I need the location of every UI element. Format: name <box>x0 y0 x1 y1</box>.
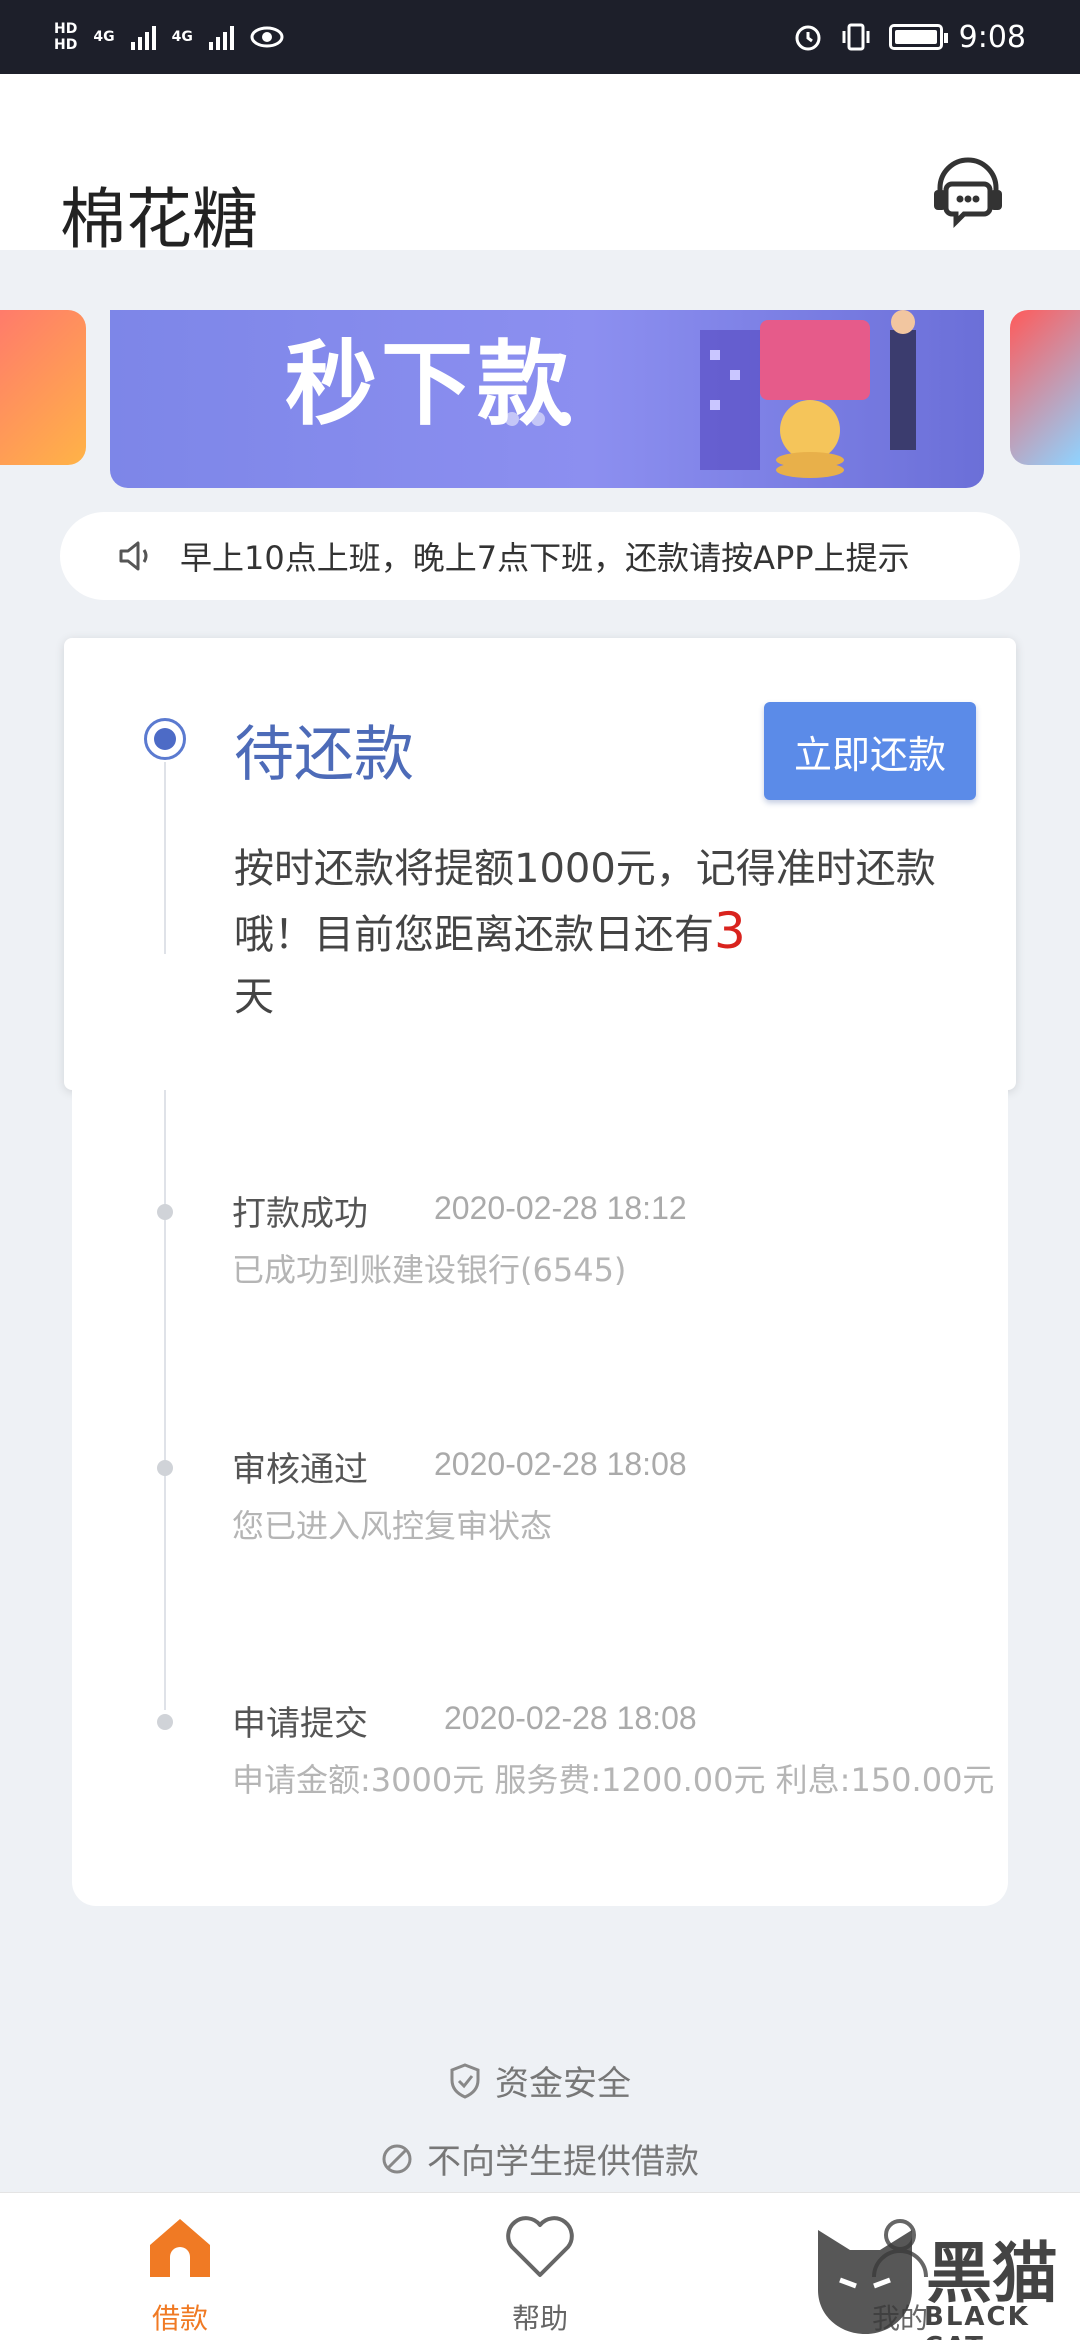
timeline-desc: 已成功到账建设银行(6545) <box>232 1251 627 1289</box>
fund-safety-badge: 资金安全 <box>0 2056 1080 2105</box>
nav-label-loan: 借款 <box>151 2302 208 2335</box>
notice-bar[interactable]: 早上10点上班，晚上7点下班，还款请按APP上提示 <box>60 512 1020 600</box>
prohibited-icon <box>382 2144 412 2173</box>
timeline-time: 2020-02-28 18:08 <box>434 1446 687 1482</box>
nav-tab-loan[interactable]: 借款 <box>100 2213 260 2337</box>
timeline-dot <box>157 1204 173 1220</box>
timeline-time: 2020-02-28 18:08 <box>444 1700 697 1736</box>
alarm-icon <box>795 25 821 51</box>
promo-banner[interactable]: 秒下款 <box>110 310 984 488</box>
timeline-title: 审核通过 <box>232 1450 368 1490</box>
days-remaining: 3 <box>714 902 746 960</box>
banner-dot <box>531 412 545 426</box>
banner-illustration <box>700 310 916 478</box>
status-right: 9:08 <box>793 20 1026 55</box>
status-bar: HD HD 4G 4G 9:08 <box>0 0 1080 74</box>
banner-prev-slide[interactable] <box>0 310 86 465</box>
notice-text: 早上10点上班，晚上7点下班，还款请按APP上提示 <box>180 539 910 577</box>
home-icon <box>150 2219 210 2277</box>
eye-icon <box>250 26 284 48</box>
signal-icon-2 <box>208 24 234 50</box>
cat-logo-icon <box>818 2230 912 2334</box>
repay-now-button[interactable]: 立即还款 <box>764 702 976 800</box>
timeline-desc: 申请金额:3000元 服务费:1200.00元 利息:150.00元 <box>232 1761 995 1799</box>
hd-indicator: HD HD <box>54 21 78 53</box>
safety-text: 资金安全 <box>495 2064 631 2104</box>
network-type-2: 4G <box>171 29 193 45</box>
timeline-current-dot <box>144 718 186 760</box>
history-timeline-line <box>164 1090 166 1710</box>
battery-icon <box>888 24 948 50</box>
black-cat-watermark: 黑猫 BLACK CAT <box>810 2220 1080 2340</box>
speaker-icon <box>119 541 148 571</box>
timeline-title: 打款成功 <box>232 1194 368 1234</box>
app-title: 棉花糖 <box>60 181 258 258</box>
signal-icon <box>130 24 156 50</box>
banner-dots <box>505 412 571 426</box>
repayment-status: 待还款 <box>234 720 414 790</box>
nav-label-help: 帮助 <box>511 2302 568 2335</box>
loan-history: 打款成功 2020-02-28 18:12 已成功到账建设银行(6545) 审核… <box>72 1090 1008 1906</box>
heart-icon <box>506 2216 574 2277</box>
message-unit: 天 <box>234 974 274 1020</box>
message-text: 按时还款将提额1000元，记得准时还款哦！目前您距离还款日还有 <box>234 846 936 958</box>
no-student-text: 不向学生提供借款 <box>427 2142 699 2182</box>
timeline-time: 2020-02-28 18:12 <box>434 1190 687 1226</box>
banner-next-slide[interactable] <box>1010 310 1080 465</box>
repayment-card: 待还款 立即还款 按时还款将提额1000元，记得准时还款哦！目前您距离还款日还有… <box>64 638 1016 1090</box>
timeline-dot <box>157 1460 173 1476</box>
no-student-notice: 不向学生提供借款 <box>0 2134 1080 2183</box>
vibrate-icon <box>842 23 870 51</box>
watermark-subtext: BLACK CAT <box>924 2302 1030 2340</box>
banner-dot <box>505 412 519 426</box>
timeline-desc: 您已进入风控复审状态 <box>232 1507 553 1545</box>
status-left: HD HD 4G 4G <box>54 21 284 53</box>
banner-dot-active <box>557 412 571 426</box>
timeline-title: 申请提交 <box>232 1704 368 1744</box>
timeline-dot <box>157 1714 173 1730</box>
shield-check-icon <box>450 2062 480 2099</box>
repayment-message: 按时还款将提额1000元，记得准时还款哦！目前您距离还款日还有3 天 <box>234 838 954 1028</box>
customer-service-icon[interactable] <box>930 154 1006 230</box>
network-type-1: 4G <box>93 29 115 45</box>
nav-tab-help[interactable]: 帮助 <box>460 2213 620 2337</box>
timeline-line <box>164 762 166 954</box>
app-header: 棉花糖 <box>0 74 1080 258</box>
status-time: 9:08 <box>958 19 1026 55</box>
